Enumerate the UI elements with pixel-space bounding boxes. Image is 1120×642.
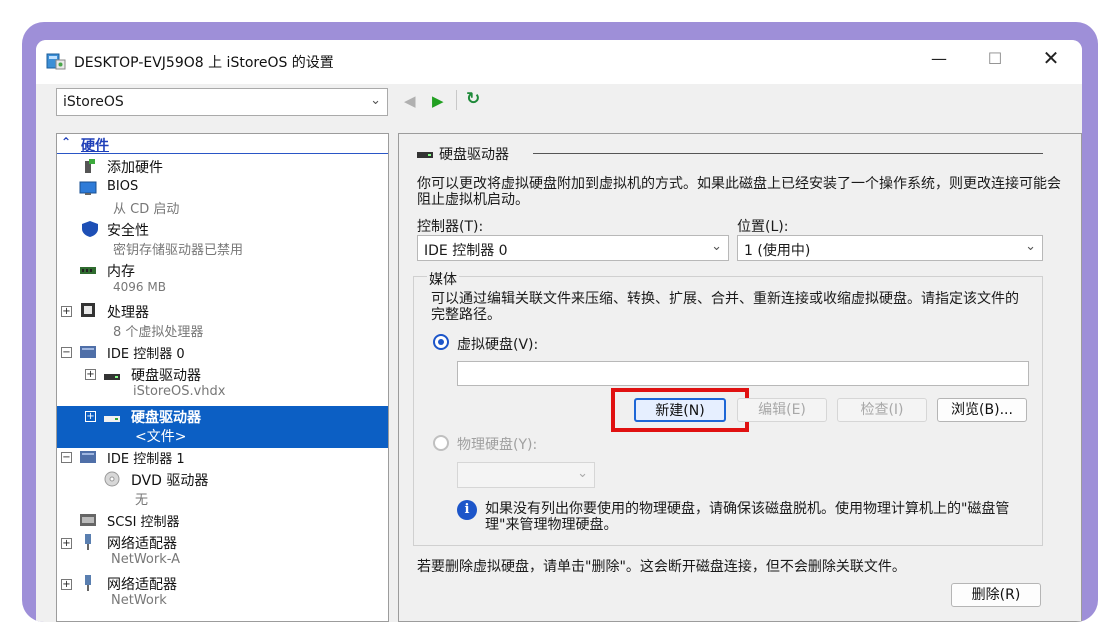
tree-item-security[interactable]: 安全性 [107, 220, 149, 240]
section-divider [533, 153, 1043, 154]
remove-button[interactable]: 删除(R) [951, 583, 1041, 607]
tree-item-hdd-2[interactable]: 硬盘驱动器 [131, 407, 201, 427]
vm-selector-value: iStoreOS [63, 94, 124, 110]
tree-item-ide0[interactable]: IDE 控制器 0 [107, 343, 185, 362]
description: 你可以更改将虚拟硬盘附加到虚拟机的方式。如果此磁盘上已经安装了一个操作系统，则更… [417, 176, 1061, 208]
next-icon[interactable]: ▶ [432, 92, 444, 110]
media-title: 媒体 [427, 269, 459, 289]
vhd-radio[interactable] [433, 334, 449, 350]
expand-nic1-icon[interactable]: + [61, 538, 72, 549]
collapse-ide0-icon[interactable]: − [61, 347, 72, 358]
tree-item-hdd-1[interactable]: 硬盘驱动器 [131, 365, 201, 385]
ide-controller-icon [80, 451, 96, 463]
add-hardware-icon [85, 159, 95, 173]
processor-icon [81, 303, 95, 317]
media-description: 可以通过编辑关联文件来压缩、转换、扩展、合并、重新连接或收缩虚拟硬盘。请指定该文… [431, 291, 1019, 323]
memory-icon [80, 267, 96, 274]
hyperv-settings-icon [46, 53, 66, 70]
hardware-header[interactable]: ⌃ 硬件 [57, 134, 388, 154]
chevron-down-icon: ⌄ [577, 466, 588, 481]
window-title: DESKTOP-EVJ59O8 上 iStoreOS 的设置 [74, 55, 334, 71]
hard-drive-icon [104, 374, 120, 380]
chevron-down-icon: ⌄ [711, 239, 722, 254]
hard-drive-icon [104, 416, 120, 422]
network-adapter-icon [85, 575, 91, 591]
tree-sub-dvd: 无 [135, 493, 149, 508]
expand-hdd1-icon[interactable]: + [85, 369, 96, 380]
expand-hdd2-icon[interactable]: + [85, 411, 96, 422]
tree-sub-security: 密钥存储驱动器已禁用 [113, 243, 244, 258]
chevron-down-icon: ⌄ [370, 93, 381, 108]
location-select-value: 1 (使用中) [744, 243, 811, 259]
controller-label: 控制器(T): [417, 219, 484, 235]
physical-disk-radio[interactable] [433, 435, 449, 451]
location-label: 位置(L): [737, 219, 789, 235]
tree-item-network-1[interactable]: 网络适配器 [107, 533, 177, 553]
screenshot-frame: DESKTOP-EVJ59O8 上 iStoreOS 的设置 — ☐ ✕ iSt… [22, 22, 1098, 622]
info-icon: i [457, 500, 477, 520]
inspect-button[interactable]: 检查(I) [837, 398, 927, 422]
tree-item-dvd[interactable]: DVD 驱动器 [131, 470, 208, 490]
chevron-down-icon: ⌄ [1025, 239, 1036, 254]
tree-item-processor[interactable]: 处理器 [107, 302, 149, 322]
tree-item-add-hardware[interactable]: 添加硬件 [107, 157, 163, 177]
new-button[interactable]: 新建(N) [634, 398, 726, 422]
detail-panel: 硬盘驱动器 你可以更改将虚拟硬盘附加到虚拟机的方式。如果此磁盘上已经安装了一个操… [398, 133, 1082, 622]
physical-disk-select[interactable]: ⌄ [457, 462, 595, 488]
close-button[interactable]: ✕ [1028, 40, 1074, 76]
controller-select[interactable]: IDE 控制器 0 ⌄ [417, 235, 729, 261]
dvd-icon [104, 471, 120, 487]
bios-icon [79, 181, 97, 195]
hardware-tree: ⌃ 硬件 添加硬件 BIOS 从 CD 启动 安全性 密钥存储驱动器已禁用 内存… [56, 133, 389, 622]
location-select[interactable]: 1 (使用中) ⌄ [737, 235, 1043, 261]
toolbar-divider [456, 90, 457, 110]
physical-disk-radio-label[interactable]: 物理硬盘(Y): [457, 434, 537, 454]
maximize-button[interactable]: ☐ [972, 40, 1018, 76]
tree-item-ide1[interactable]: IDE 控制器 1 [107, 448, 185, 467]
expand-processor-icon[interactable]: + [61, 306, 72, 317]
collapse-ide1-icon[interactable]: − [61, 452, 72, 463]
settings-window: DESKTOP-EVJ59O8 上 iStoreOS 的设置 — ☐ ✕ iSt… [36, 40, 1082, 622]
tree-sub-processor: 8 个虚拟处理器 [113, 325, 204, 340]
tree-sub-network-2: NetWork [111, 593, 167, 608]
tree-item-bios[interactable]: BIOS [107, 179, 138, 194]
remove-note: 若要删除虚拟硬盘，请单击"删除"。这会断开磁盘连接，但不会删除关联文件。 [417, 559, 906, 575]
vhd-path-input[interactable] [457, 361, 1029, 386]
vhd-radio-label[interactable]: 虚拟硬盘(V): [457, 334, 538, 354]
title-bar: DESKTOP-EVJ59O8 上 iStoreOS 的设置 — ☐ ✕ [36, 40, 1082, 84]
hard-drive-icon [417, 152, 433, 158]
shield-icon [82, 221, 98, 237]
tree-sub-network-1: NetWork-A [111, 552, 181, 567]
ide-controller-icon [80, 346, 96, 358]
refresh-icon[interactable]: ↻ [466, 89, 480, 109]
expand-nic2-icon[interactable]: + [61, 579, 72, 590]
hardware-header-label: 硬件 [81, 138, 109, 154]
vm-selector[interactable]: iStoreOS ⌄ [56, 88, 388, 116]
tree-item-memory[interactable]: 内存 [107, 261, 135, 281]
info-text: 如果没有列出你要使用的物理硬盘，请确保该磁盘脱机。使用物理计算机上的"磁盘管理"… [485, 501, 1010, 533]
tree-sub-bios: 从 CD 启动 [113, 202, 180, 217]
tree-item-scsi[interactable]: SCSI 控制器 [107, 511, 180, 530]
browse-button[interactable]: 浏览(B)... [937, 398, 1027, 422]
controller-select-value: IDE 控制器 0 [424, 243, 508, 259]
network-adapter-icon [85, 534, 91, 550]
tree-sub-hdd-1: iStoreOS.vhdx [133, 384, 226, 399]
tree-sub-memory: 4096 MB [113, 280, 166, 294]
collapse-icon: ⌃ [61, 135, 72, 149]
section-title: 硬盘驱动器 [439, 147, 509, 163]
minimize-button[interactable]: — [916, 40, 962, 76]
edit-button[interactable]: 编辑(E) [737, 398, 827, 422]
tree-sub-hdd-2: <文件> [135, 429, 187, 445]
previous-icon[interactable]: ◀ [404, 92, 416, 110]
scsi-controller-icon [80, 514, 96, 526]
tree-item-network-2[interactable]: 网络适配器 [107, 574, 177, 594]
